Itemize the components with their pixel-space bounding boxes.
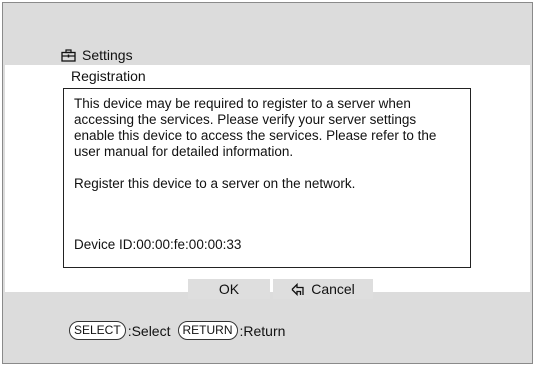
ok-button-label: OK xyxy=(218,281,240,297)
device-id: Device ID:00:00:fe:00:00:33 xyxy=(74,237,242,252)
message-paragraph-1: This device may be required to register … xyxy=(74,96,437,159)
message-box: This device may be required to register … xyxy=(63,88,471,268)
return-arrow-icon xyxy=(291,282,305,296)
select-key-badge: SELECT xyxy=(69,321,126,340)
toolbox-icon xyxy=(61,48,76,62)
select-hint-label: :Select xyxy=(127,322,171,339)
return-key-badge: RETURN xyxy=(177,321,238,340)
cancel-button-label: Cancel xyxy=(311,281,355,297)
return-hint-label: :Return xyxy=(239,322,286,339)
message-paragraph-2: Register this device to a server on the … xyxy=(74,176,356,191)
settings-screen: Settings Registration This device may be… xyxy=(2,2,533,364)
dialog-subtitle: Registration xyxy=(71,68,146,84)
ok-button[interactable]: OK xyxy=(188,279,270,299)
key-hint-bar: SELECT :Select RETURN :Return xyxy=(69,321,292,340)
page-title: Settings xyxy=(61,47,133,63)
cancel-button[interactable]: Cancel xyxy=(273,279,373,299)
page-title-text: Settings xyxy=(82,47,133,63)
